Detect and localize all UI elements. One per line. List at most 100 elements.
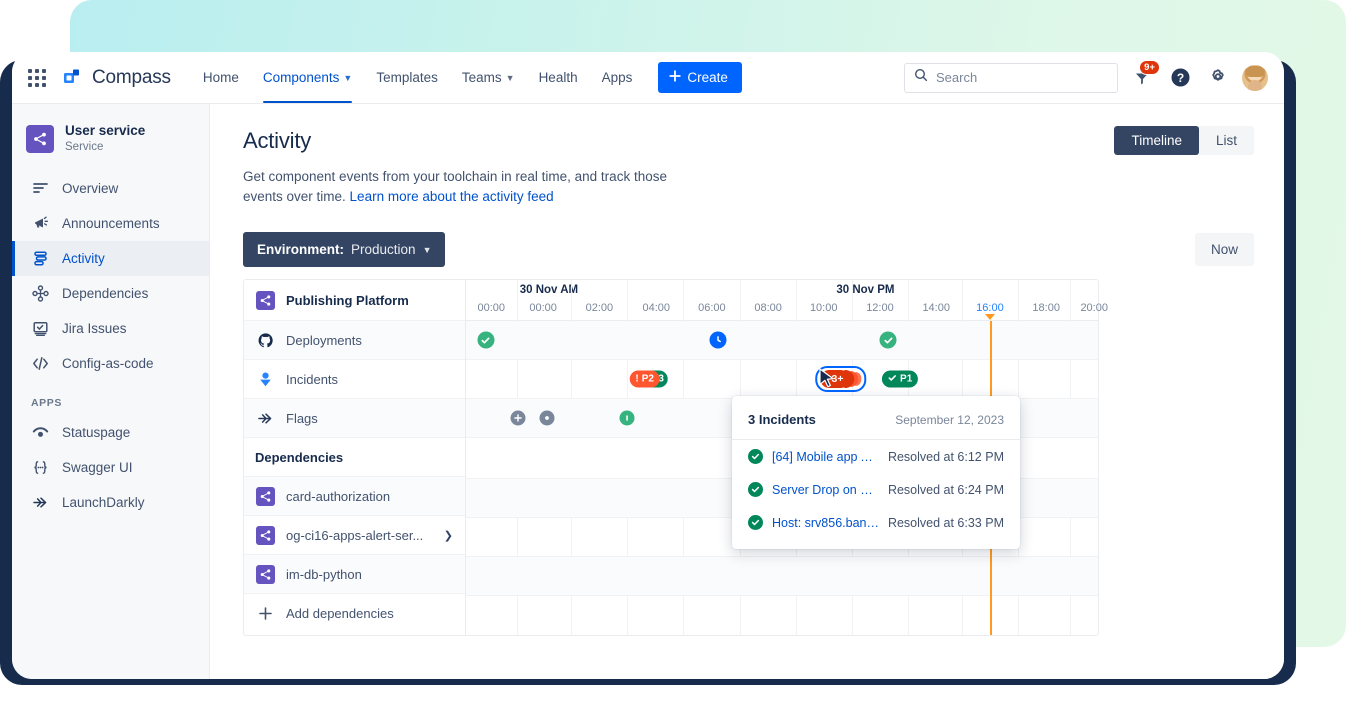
search-box[interactable]	[904, 63, 1118, 93]
compass-logo-icon	[62, 67, 84, 89]
sidebar-item-jira-issues[interactable]: Jira Issues	[12, 311, 209, 346]
component-icon	[26, 125, 54, 153]
deployment-pending-marker[interactable]	[710, 332, 727, 349]
launchdarkly-icon	[255, 410, 275, 427]
timeline-tick-label: 20:00	[1080, 302, 1108, 314]
notification-badge: 9+	[1139, 60, 1160, 75]
mouse-cursor	[819, 368, 836, 395]
avatar[interactable]	[1242, 65, 1268, 91]
flag-enabled-marker[interactable]	[620, 411, 635, 426]
sidebar-item-label: Swagger UI	[62, 460, 133, 475]
popover-incident-row[interactable]: Host: srv856.bancly.com... Resolved at 6…	[732, 506, 1020, 539]
popover-incident-row[interactable]: Server Drop on Banc.ly Fr... Resolved at…	[732, 473, 1020, 506]
incident-details-popover: 3 Incidents September 12, 2023 [64] Mobi…	[732, 396, 1020, 549]
sidebar-item-swagger-ui[interactable]: Swagger UI	[12, 450, 209, 485]
popover-incident-link[interactable]: [64] Mobile app API: Requ...	[772, 450, 880, 464]
sidebar-item-label: Statuspage	[62, 425, 130, 440]
popover-header: 3 Incidents September 12, 2023	[732, 404, 1020, 440]
notifications-button[interactable]: 9+	[1128, 64, 1156, 92]
settings-button[interactable]	[1204, 64, 1232, 92]
timeline-day-label: 30 Nov PM	[836, 284, 894, 296]
main-content: Activity Get component events from your …	[210, 104, 1284, 679]
timeline-row-im-db-python[interactable]: im-db-python	[244, 555, 465, 594]
timeline-row-label: Publishing Platform	[286, 293, 409, 308]
nav-item-apps[interactable]: Apps	[592, 52, 643, 103]
nav-item-home[interactable]: Home	[193, 52, 249, 103]
timeline-row-labels: Publishing Platform Deployments	[244, 280, 466, 635]
create-button[interactable]: Create	[658, 62, 742, 93]
flag-created-marker[interactable]	[511, 411, 526, 426]
overview-icon	[31, 180, 49, 197]
nav-item-teams[interactable]: Teams ▼	[452, 52, 525, 103]
sidebar-item-activity[interactable]: Activity	[12, 241, 209, 276]
now-caret-icon	[985, 314, 995, 320]
plus-circle-icon	[511, 411, 526, 426]
timeline-row-label: im-db-python	[286, 567, 362, 582]
popover-incident-row[interactable]: [64] Mobile app API: Requ... Resolved at…	[732, 440, 1020, 473]
nav-item-health[interactable]: Health	[529, 52, 588, 103]
incident-p2-marker[interactable]: ! P2 3	[629, 371, 668, 388]
timeline-row-card-authorization[interactable]: card-authorization	[244, 477, 465, 516]
chevron-right-icon[interactable]: ❯	[444, 529, 453, 542]
sidebar-item-announcements[interactable]: Announcements	[12, 206, 209, 241]
flag-updated-marker[interactable]	[539, 411, 554, 426]
tab-timeline[interactable]: Timeline	[1114, 126, 1199, 155]
app-body: User service Service Overview Announceme	[12, 104, 1284, 679]
timeline-track-add-dependencies	[466, 596, 1098, 635]
timeline-row-label: Incidents	[286, 372, 338, 387]
add-dependencies-button[interactable]: Add dependencies	[244, 594, 465, 633]
nav-item-components[interactable]: Components ▼	[253, 52, 362, 103]
search-input[interactable]	[936, 70, 1108, 85]
activity-timeline: Publishing Platform Deployments	[243, 279, 1099, 636]
timeline-tick-label: 10:00	[810, 302, 838, 314]
sidebar-item-statuspage[interactable]: Statuspage	[12, 415, 209, 450]
help-button[interactable]: ?	[1166, 64, 1194, 92]
environment-selector[interactable]: Environment: Production ▼	[243, 232, 445, 267]
github-icon	[255, 332, 275, 349]
search-icon	[914, 68, 928, 87]
sidebar-item-label: Announcements	[62, 216, 160, 231]
plus-icon	[255, 606, 275, 621]
incident-priority-pill: ! P2	[629, 371, 660, 388]
now-button[interactable]: Now	[1195, 233, 1254, 266]
tab-list[interactable]: List	[1199, 126, 1254, 155]
timeline-tick-label: 00:00	[529, 302, 557, 314]
sidebar-item-overview[interactable]: Overview	[12, 171, 209, 206]
popover-incident-link[interactable]: Server Drop on Banc.ly Fr...	[772, 483, 880, 497]
timeline-tick-label: 12:00	[866, 302, 894, 314]
timeline-row-og-ci16-apps-alert-ser[interactable]: og-ci16-apps-alert-ser... ❯	[244, 516, 465, 555]
popover-incident-status: Resolved at 6:12 PM	[880, 450, 1004, 464]
sidebar-item-dependencies[interactable]: Dependencies	[12, 276, 209, 311]
launchdarkly-icon	[31, 494, 49, 511]
activity-icon	[31, 250, 49, 267]
timeline-row-deployments[interactable]: Deployments	[244, 321, 465, 360]
timeline-time-header: 30 Nov AM 30 Nov PM 00:00 00:00 02:00 04…	[466, 280, 1098, 321]
svg-text:?: ?	[1176, 71, 1183, 85]
chevron-down-icon: ▼	[506, 73, 515, 83]
popover-incident-link[interactable]: Host: srv856.bancly.com...	[772, 516, 880, 530]
sidebar-item-launchdarkly[interactable]: LaunchDarkly	[12, 485, 209, 520]
learn-more-link[interactable]: Learn more about the activity feed	[350, 189, 554, 204]
deployment-success-marker[interactable]	[880, 332, 897, 349]
resolved-check-icon	[748, 515, 763, 530]
statuspage-icon	[31, 424, 49, 441]
brand-name: Compass	[92, 67, 171, 89]
incident-p1-marker[interactable]: P1	[882, 371, 918, 388]
component-icon	[255, 526, 275, 545]
compass-brand-link[interactable]: Compass	[62, 67, 171, 89]
nav-item-label: Home	[203, 70, 239, 85]
deployment-success-marker[interactable]	[477, 332, 494, 349]
timeline-track-deployments[interactable]	[466, 321, 1098, 360]
timeline-row-label: Add dependencies	[286, 606, 394, 621]
timeline-row-incidents[interactable]: Incidents	[244, 360, 465, 399]
timeline-row-publishing-platform[interactable]: Publishing Platform	[244, 280, 465, 321]
sidebar-item-config-as-code[interactable]: Config-as-code	[12, 346, 209, 381]
timeline-row-flags[interactable]: Flags	[244, 399, 465, 438]
timeline-track-incidents[interactable]: ! P2 3 ! 3+	[466, 360, 1098, 399]
nav-item-templates[interactable]: Templates	[366, 52, 448, 103]
sidebar-header[interactable]: User service Service	[12, 118, 209, 171]
check-icon	[888, 373, 897, 385]
timeline-track-im-db-python[interactable]	[466, 557, 1098, 596]
app-switcher-icon[interactable]	[22, 63, 52, 93]
page-title: Activity	[243, 128, 1254, 154]
